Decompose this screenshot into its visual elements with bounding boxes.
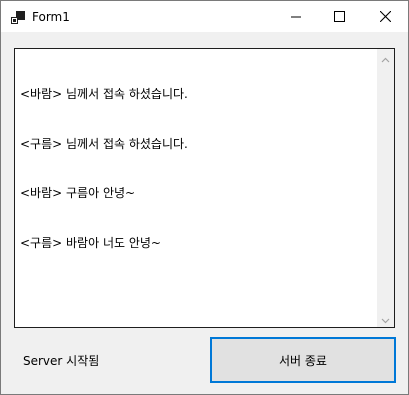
chat-line: <구름> 님께서 접속 하셨습니다. [20, 136, 188, 151]
form-client-area: <바람> 님께서 접속 하셨습니다. <구름> 님께서 접속 하셨습니다. <바… [1, 32, 408, 394]
chat-line: <구름> 바람아 너도 안녕~ [20, 235, 161, 250]
close-button[interactable] [363, 1, 408, 32]
window-title: Form1 [32, 10, 70, 24]
scroll-up-button[interactable] [377, 49, 394, 66]
chevron-up-icon [381, 48, 390, 67]
chat-line: <바람> 님께서 접속 하셨습니다. [20, 87, 188, 101]
minimize-icon [290, 12, 301, 22]
close-icon [380, 11, 391, 22]
chat-log-textbox[interactable]: <바람> 님께서 접속 하셨습니다. <구름> 님께서 접속 하셨습니다. <바… [14, 48, 395, 328]
chat-line: <바람> 구름아 안녕~ [20, 186, 136, 200]
vertical-scrollbar[interactable] [377, 49, 394, 327]
scroll-down-button[interactable] [377, 310, 394, 327]
stop-server-button[interactable]: 서버 종료 [210, 337, 396, 383]
maximize-icon [334, 11, 345, 22]
stop-server-button-label: 서버 종료 [279, 353, 327, 368]
maximize-button[interactable] [317, 1, 362, 32]
chevron-down-icon [381, 309, 390, 328]
form1-window: Form1 <바람> 님께서 접속 하셨습니다. <구름> 님께서 접속 하셨습… [0, 0, 409, 395]
server-status-label: Server 시작됨 [23, 354, 100, 368]
form-window-icon [11, 10, 25, 24]
title-bar[interactable]: Form1 [1, 1, 408, 32]
minimize-button[interactable] [273, 1, 318, 32]
chat-lines: <바람> 님께서 접속 하셨습니다. <구름> 님께서 접속 하셨습니다. <바… [20, 53, 376, 284]
